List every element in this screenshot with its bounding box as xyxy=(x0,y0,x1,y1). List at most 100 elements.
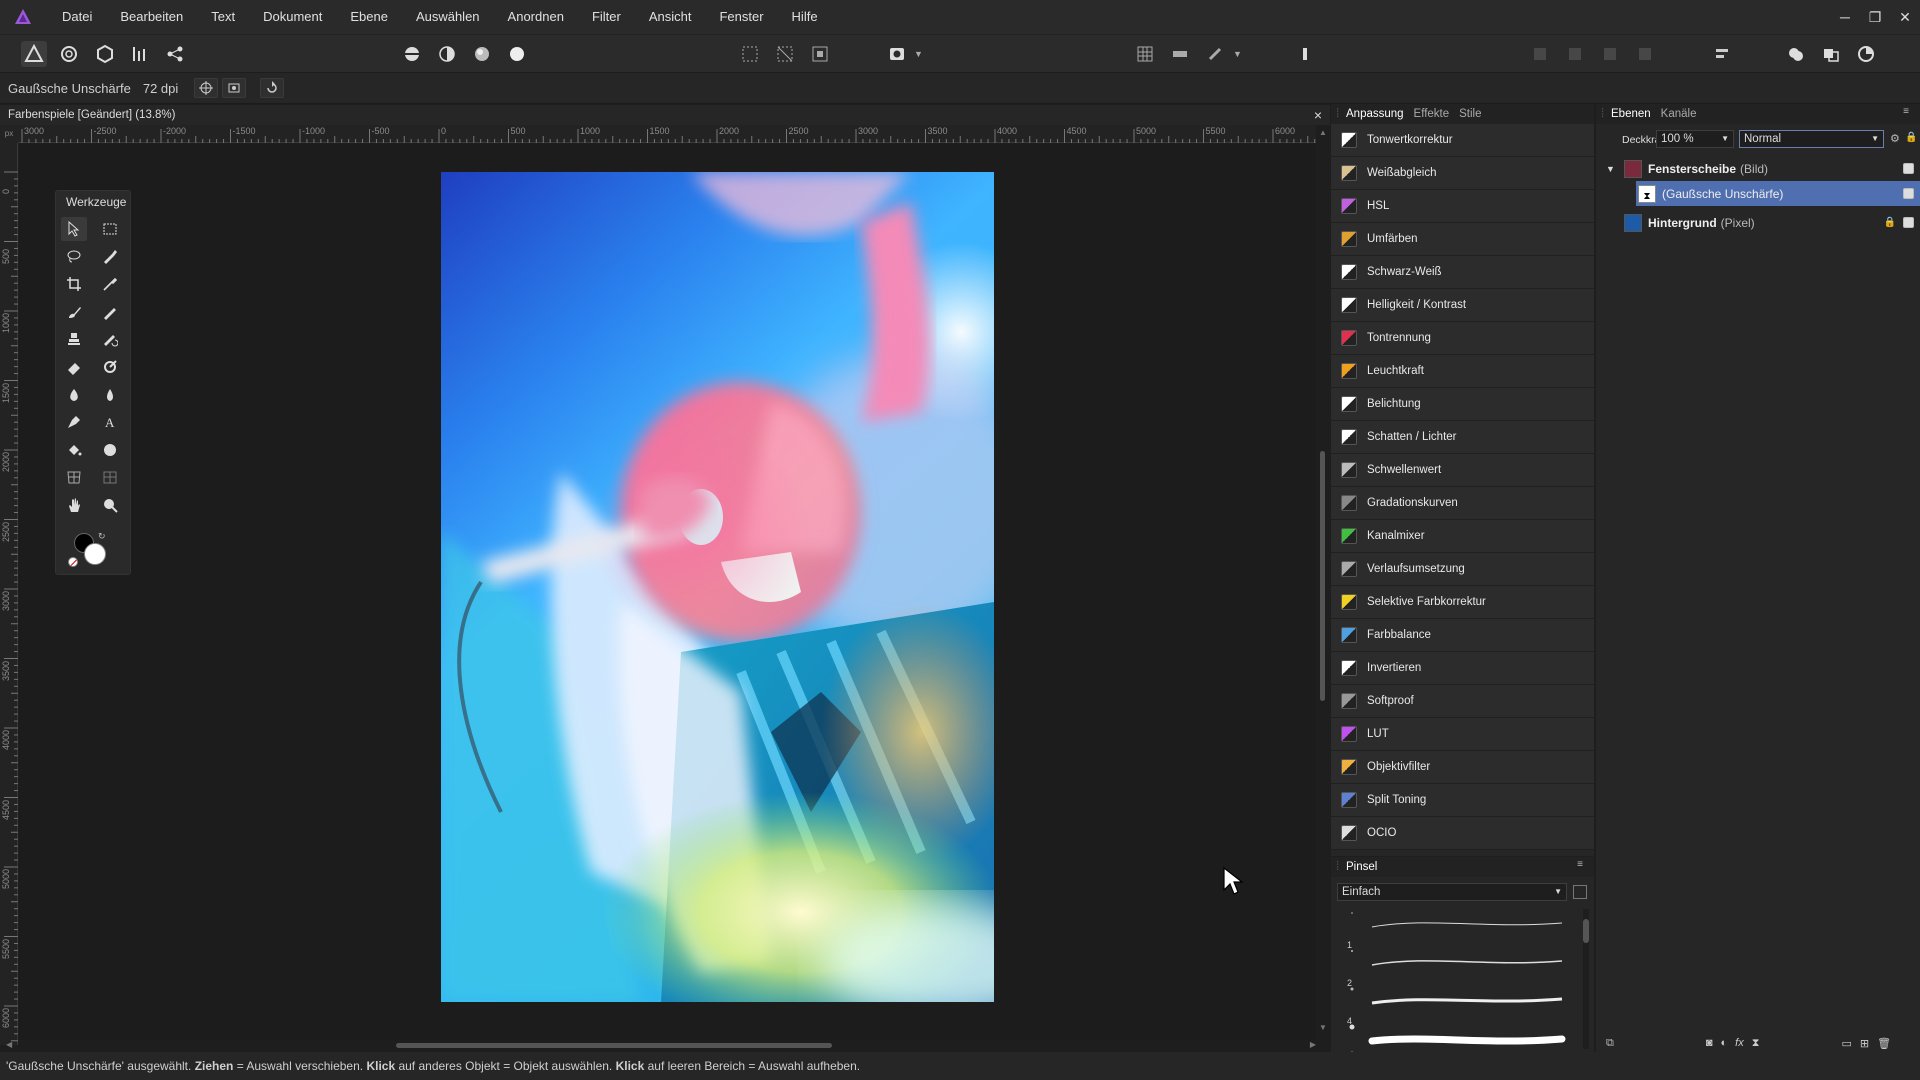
adjustment-item[interactable]: Tontrennung xyxy=(1331,322,1594,355)
tab-effects[interactable]: Effekte xyxy=(1409,108,1455,120)
adjustment-item[interactable]: Helligkeit / Kontrast xyxy=(1331,289,1594,322)
menu-0[interactable]: Datei xyxy=(48,0,106,34)
quick-mask-icon[interactable] xyxy=(884,41,910,67)
auto-contrast-icon[interactable] xyxy=(434,41,460,67)
brush-stroke-previews[interactable] xyxy=(1337,905,1577,1055)
boolean-add-icon[interactable] xyxy=(1783,41,1809,67)
tab-adjustments[interactable]: Anpassung xyxy=(1341,108,1409,120)
layer-row-selected[interactable]: ⧗ (Gaußsche Unschärfe) xyxy=(1636,181,1920,206)
menu-3[interactable]: Dokument xyxy=(249,0,336,34)
marquee-selection-icon[interactable] xyxy=(737,41,763,67)
scroll-up-icon[interactable]: ▲ xyxy=(1319,128,1327,137)
rectangular-marquee-tool-icon[interactable] xyxy=(97,217,123,241)
arrange-front-icon[interactable] xyxy=(1632,41,1658,67)
assistant-icon[interactable] xyxy=(1292,41,1318,67)
zoom-tool-icon[interactable] xyxy=(97,493,123,517)
adjustment-item[interactable]: Umfärben xyxy=(1331,223,1594,256)
invert-selection-icon[interactable] xyxy=(807,41,833,67)
tab-brushes[interactable]: Pinsel xyxy=(1341,861,1382,873)
align-objects-icon[interactable] xyxy=(1709,41,1735,67)
lock-layer-icon[interactable]: 🔒 xyxy=(1905,132,1917,143)
flood-fill-tool-icon[interactable] xyxy=(61,438,87,462)
adjustment-item[interactable]: Gradationskurven xyxy=(1331,487,1594,520)
layer-row[interactable]: ▼ Fensterscheibe (Bild) xyxy=(1596,156,1920,181)
reset-transform-icon[interactable] xyxy=(260,78,285,98)
freehand-selection-tool-icon[interactable] xyxy=(61,244,87,268)
color-picker-tool-icon[interactable] xyxy=(97,272,123,296)
vertical-scrollbar[interactable]: ▲ ▼ xyxy=(1316,125,1330,1040)
adjustment-item[interactable]: Weißabgleich xyxy=(1331,157,1594,190)
menu-10[interactable]: Hilfe xyxy=(778,0,832,34)
new-layer-icon[interactable]: ⊞ xyxy=(1860,1037,1869,1050)
auto-colors-icon[interactable] xyxy=(469,41,495,67)
adjustment-item[interactable]: Kanalmixer xyxy=(1331,520,1594,553)
fx-icon[interactable]: fx xyxy=(1735,1037,1744,1049)
layer-visibility-checkbox[interactable] xyxy=(1903,188,1914,199)
tab-channels[interactable]: Kanäle xyxy=(1656,108,1702,120)
adjustment-item[interactable]: LUT xyxy=(1331,718,1594,751)
adjustment-item[interactable]: Schatten / Lichter xyxy=(1331,421,1594,454)
layer-visibility-checkbox[interactable] xyxy=(1903,163,1914,174)
secondary-color-swatch[interactable] xyxy=(84,543,106,565)
brushes-panel-menu-icon[interactable]: ≡ xyxy=(1572,859,1588,870)
document-tab[interactable]: Farbenspiele [Geändert] (13.8%) × xyxy=(0,105,1330,125)
close-window-icon[interactable]: ✕ xyxy=(1890,0,1920,34)
text-tool-icon[interactable]: A xyxy=(97,410,123,434)
tab-layers[interactable]: Ebenen xyxy=(1606,108,1656,120)
blend-options-icon[interactable]: ⚙ xyxy=(1890,132,1900,145)
adjustment-item[interactable]: Softproof xyxy=(1331,685,1594,718)
scroll-right-icon[interactable]: ▶ xyxy=(1310,1040,1316,1049)
menu-7[interactable]: Filter xyxy=(578,0,635,34)
blur-brush-tool-icon[interactable] xyxy=(97,383,123,407)
adjustment-item[interactable]: Invertieren xyxy=(1331,652,1594,685)
adjustment-item[interactable]: Farbbalance xyxy=(1331,619,1594,652)
adjustment-layer-icon[interactable]: ◐ xyxy=(1721,1037,1728,1049)
adjustment-item[interactable]: Objektivfilter xyxy=(1331,751,1594,784)
close-document-icon[interactable]: × xyxy=(1314,105,1322,125)
mesh-warp-tool-icon[interactable] xyxy=(61,465,87,489)
pen-tool-icon[interactable] xyxy=(61,410,87,434)
live-filter-icon[interactable]: ⧗ xyxy=(1752,1037,1760,1050)
no-fill-icon[interactable] xyxy=(68,557,78,567)
new-group-icon[interactable]: ▭ xyxy=(1841,1037,1851,1050)
align-icon[interactable] xyxy=(1167,41,1193,67)
opacity-field[interactable]: 100 % ▼ xyxy=(1656,130,1734,148)
layer-row[interactable]: Hintergrund (Pixel) 🔒 xyxy=(1596,210,1920,235)
adjustment-item[interactable]: Verlaufsumsetzung xyxy=(1331,553,1594,586)
swap-colors-icon[interactable]: ↻ xyxy=(98,531,106,542)
transform-origin-icon[interactable] xyxy=(194,78,219,98)
undo-brush-tool-icon[interactable] xyxy=(97,327,123,351)
layers-panel-menu-icon[interactable]: ≡ xyxy=(1898,106,1914,117)
brushes-scrollbar-thumb[interactable] xyxy=(1583,919,1589,943)
scroll-down-icon[interactable]: ▼ xyxy=(1319,1023,1327,1032)
menu-1[interactable]: Bearbeiten xyxy=(106,0,197,34)
adjustment-item[interactable]: Leuchtkraft xyxy=(1331,355,1594,388)
perspective-tool-icon[interactable] xyxy=(97,465,123,489)
shape-tool-icon[interactable] xyxy=(97,438,123,462)
scroll-left-icon[interactable]: ◀ xyxy=(6,1040,12,1049)
clone-brush-tool-icon[interactable] xyxy=(61,327,87,351)
vertical-scrollbar-thumb[interactable] xyxy=(1320,451,1325,701)
transform-mode-icon[interactable] xyxy=(222,78,247,98)
auto-levels-icon[interactable] xyxy=(399,41,425,67)
mask-layer-icon[interactable]: ◙ xyxy=(1706,1037,1713,1049)
adjustment-item[interactable]: OCIO xyxy=(1331,817,1594,850)
develop-persona-icon[interactable] xyxy=(92,41,118,67)
menu-2[interactable]: Text xyxy=(197,0,249,34)
share-export-persona-icon[interactable] xyxy=(162,41,188,67)
smudge-brush-tool-icon[interactable] xyxy=(61,383,87,407)
erase-brush-tool-icon[interactable] xyxy=(61,355,87,379)
snapping-dropdown-icon[interactable]: ▼ xyxy=(1233,49,1242,59)
adjustment-item[interactable]: Tonwertkorrektur xyxy=(1331,124,1594,157)
horizontal-scrollbar-thumb[interactable] xyxy=(396,1043,832,1048)
brushes-scrollbar[interactable] xyxy=(1583,909,1589,1049)
boolean-subtract-icon[interactable] xyxy=(1818,41,1844,67)
delete-layer-icon[interactable]: 🗑 xyxy=(1877,1037,1891,1050)
blend-mode-select[interactable]: Normal ▼ xyxy=(1739,130,1884,148)
liquify-persona-icon[interactable] xyxy=(56,41,82,67)
move-tool-icon[interactable] xyxy=(61,217,87,241)
menu-9[interactable]: Fenster xyxy=(705,0,777,34)
adjustment-item[interactable]: Split Toning xyxy=(1331,784,1594,817)
document-photo[interactable] xyxy=(441,172,994,1002)
brush-category-select[interactable]: Einfach ▼ xyxy=(1337,883,1567,901)
